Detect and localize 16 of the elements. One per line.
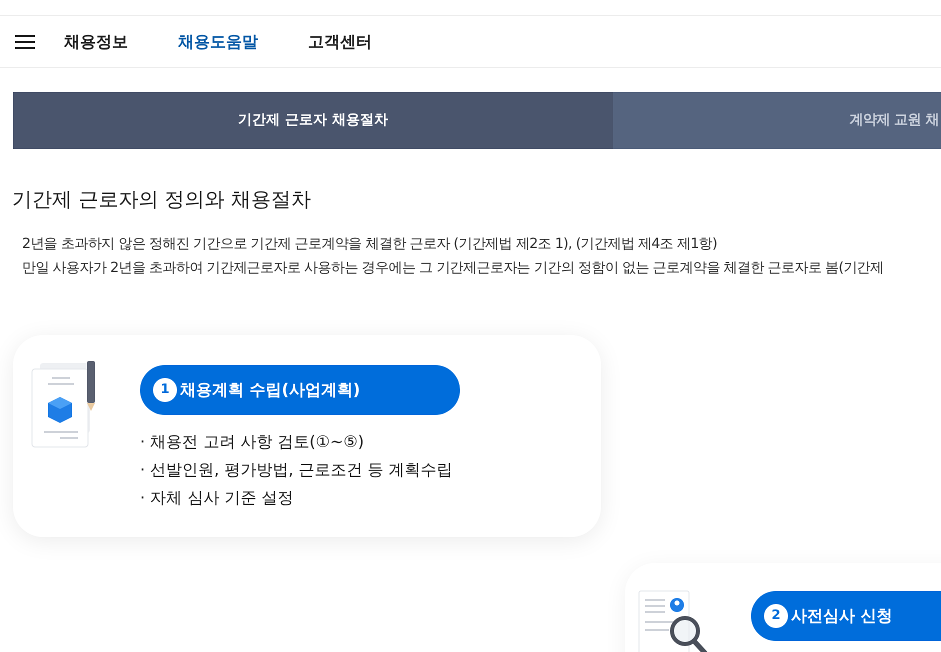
step-title: 채용계획 수립(사업계획) bbox=[180, 379, 360, 401]
nav-link[interactable]: 고객센터 bbox=[308, 30, 372, 54]
step-title: 사전심사 신청 bbox=[791, 605, 893, 627]
definition-text: 만일 사용자가 2년을 초과하여 기간제근로자로 사용하는 경우에는 그 기간제근로자는 기간의 정함이 없는 근로계약을 체결한 근로자로 봄(기간제 bbox=[22, 259, 885, 278]
step-bullet: · 선발인원, 평가방법, 근로조건 등 계획수립 bbox=[140, 459, 454, 481]
menu-icon[interactable] bbox=[15, 34, 35, 50]
definition-text: 2년을 초과하지 않은 정해진 기간으로 기간제 근로계약을 체결한 근로자 (기간제법 제2조 1), (기간제법 제4조 제1항) bbox=[22, 235, 718, 254]
step-number: 2 bbox=[764, 604, 788, 628]
procedure-tab[interactable]: 계약제 교원 채 bbox=[613, 92, 941, 149]
nav-link[interactable]: 채용도움말 bbox=[178, 30, 258, 54]
section-heading: 기간제 근로자의 정의와 채용절차 bbox=[12, 186, 312, 212]
step-bullet: · 채용전 고려 사항 검토(①~⑤) bbox=[140, 431, 366, 453]
step-number: 1 bbox=[153, 378, 177, 402]
nav-link[interactable]: 채용정보 bbox=[64, 30, 128, 54]
procedure-tab[interactable]: 기간제 근로자 채용절차 bbox=[13, 92, 613, 149]
step-bullet: · 자체 심사 기준 설정 bbox=[140, 487, 294, 509]
